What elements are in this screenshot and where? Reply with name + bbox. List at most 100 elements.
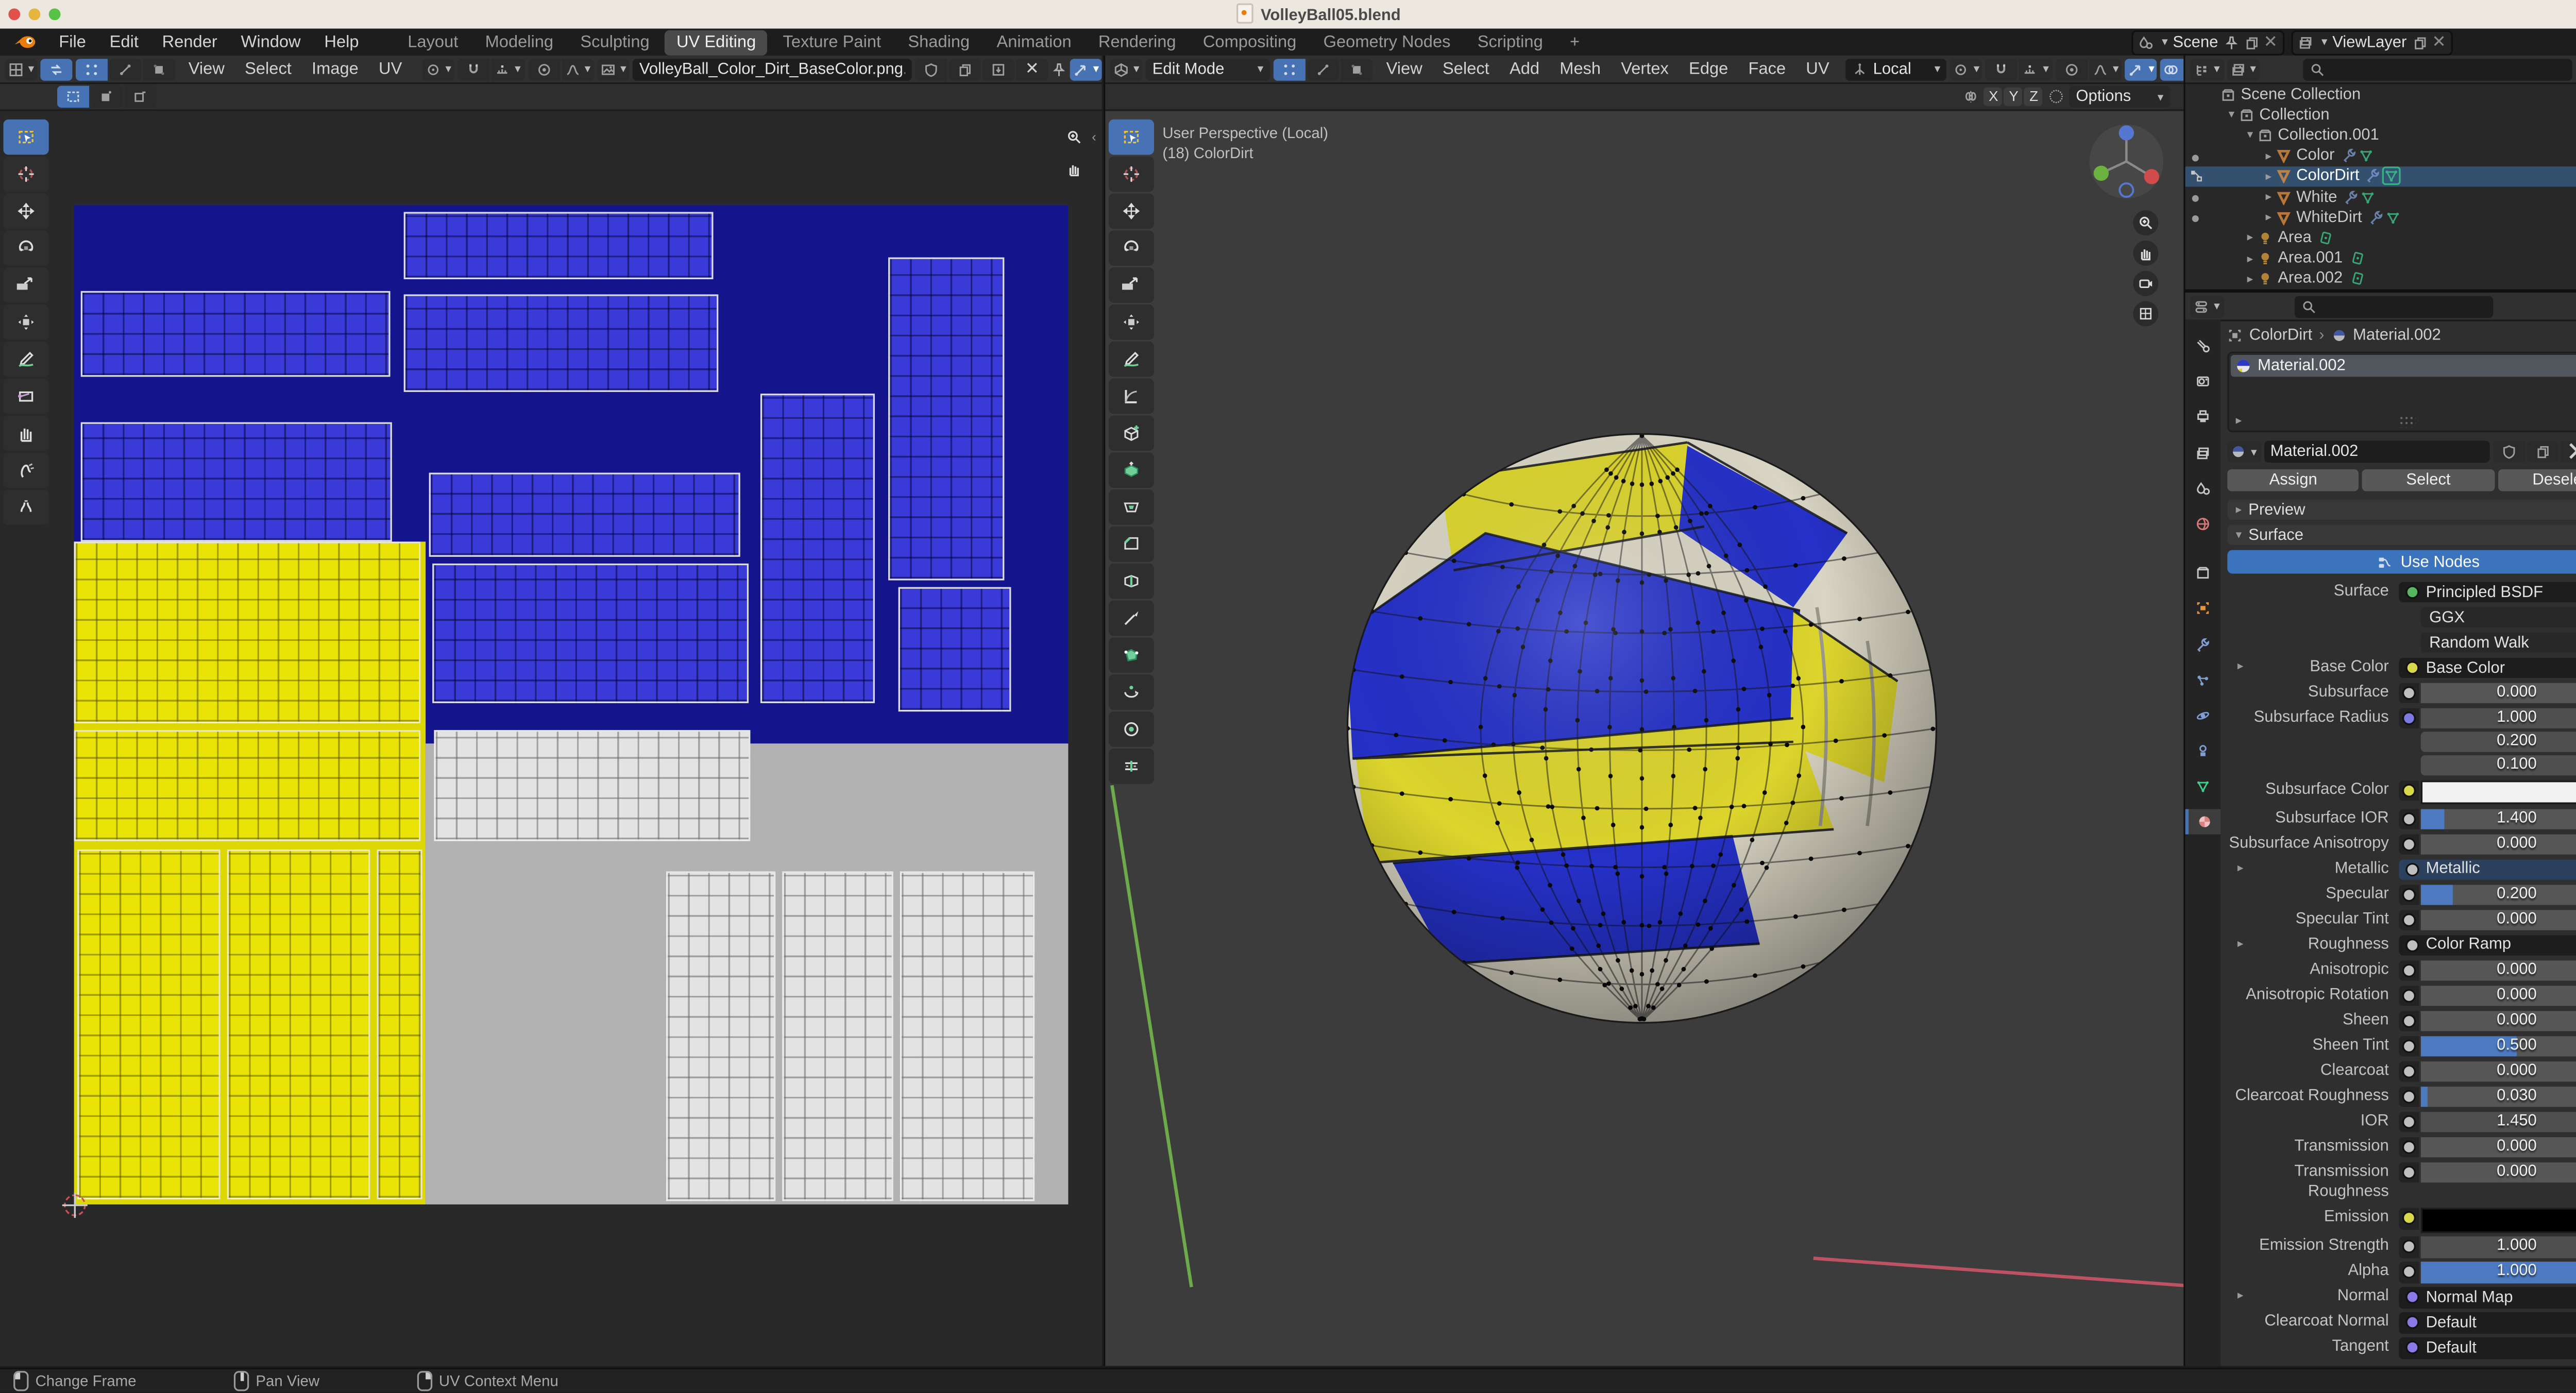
snap-toggle[interactable] bbox=[457, 58, 490, 80]
workspace-tab-sculpting[interactable]: Sculpting bbox=[569, 29, 662, 55]
image-name-field[interactable]: VolleyBall_Color_Dirt_BaseColor.png.001 bbox=[632, 58, 912, 80]
tool-poly-build[interactable] bbox=[1108, 637, 1154, 673]
uv-island[interactable] bbox=[77, 849, 221, 1200]
property-emission-strength-field[interactable]: 1.000 bbox=[2420, 1236, 2576, 1258]
workspace-tab-shading[interactable]: Shading bbox=[896, 29, 981, 55]
uv-gizmos-toggle[interactable]: ▾ bbox=[1070, 58, 1102, 80]
surface-panel-header[interactable]: ▾ Surface bbox=[2227, 524, 2576, 545]
image-browse-button[interactable]: ▾ bbox=[597, 58, 630, 80]
uv-island[interactable] bbox=[434, 730, 751, 841]
material-name-field[interactable]: Material.002 bbox=[2263, 440, 2491, 463]
uv-menu-view[interactable]: View bbox=[178, 60, 234, 78]
property-transmission-roughness-slider[interactable]: 0.000 bbox=[2420, 1162, 2576, 1183]
property-normal-link[interactable]: Normal Map bbox=[2399, 1287, 2576, 1308]
expand-arrow-icon[interactable]: ▸ bbox=[2243, 272, 2258, 286]
tool-loop-cut[interactable] bbox=[1108, 563, 1154, 599]
uv-select-vertex-button[interactable] bbox=[75, 58, 108, 80]
copy-icon[interactable] bbox=[2412, 35, 2427, 49]
viewport-menu-add[interactable]: Add bbox=[1499, 60, 1549, 78]
outliner-row-whitedirt[interactable]: ▸ WhiteDirt bbox=[2185, 207, 2576, 228]
unlink-material-button[interactable]: ✕ bbox=[2561, 438, 2576, 467]
property-subsurface-anisotropy-slider[interactable]: 0.000 bbox=[2420, 834, 2576, 855]
outliner-display-mode-button[interactable]: ▾ bbox=[2190, 58, 2224, 80]
uv-island[interactable] bbox=[227, 849, 370, 1200]
workspace-tab-scripting[interactable]: Scripting bbox=[1466, 29, 1555, 55]
pan-hand-icon[interactable] bbox=[2133, 240, 2159, 266]
select-subtract-button[interactable] bbox=[124, 86, 157, 108]
outliner-row-area-001[interactable]: ▸ Area.001 bbox=[2185, 248, 2576, 269]
workspace-tab-geometry-nodes[interactable]: Geometry Nodes bbox=[1312, 29, 1463, 55]
outliner-row-scene collection[interactable]: Scene Collection bbox=[2185, 84, 2576, 105]
tool-knife[interactable] bbox=[1108, 600, 1154, 636]
property-specular-slider[interactable]: 0.200 bbox=[2420, 884, 2576, 906]
new-image-button[interactable] bbox=[948, 58, 981, 80]
unlink-image-button[interactable]: ✕ bbox=[1016, 58, 1048, 80]
assign-button[interactable]: Assign bbox=[2227, 469, 2360, 491]
fake-user-shield-button[interactable] bbox=[2494, 440, 2526, 463]
close-icon[interactable]: ✕ bbox=[2432, 33, 2446, 52]
property-sheen-slider[interactable]: 0.000 bbox=[2420, 1010, 2576, 1031]
uv-menu-select[interactable]: Select bbox=[235, 60, 302, 78]
uv-island[interactable] bbox=[80, 291, 391, 377]
pin-icon[interactable] bbox=[1052, 61, 1066, 76]
snap-target-button[interactable]: ▾ bbox=[491, 58, 524, 80]
close-icon[interactable]: ✕ bbox=[2264, 33, 2278, 52]
navigation-gizmo[interactable] bbox=[2088, 123, 2165, 200]
property-sheen-tint-slider[interactable]: 0.500 bbox=[2420, 1035, 2576, 1057]
properties-tab-particles[interactable] bbox=[2185, 667, 2221, 692]
menu-edit[interactable]: Edit bbox=[98, 33, 150, 52]
slot-expand-icon[interactable]: ▸ bbox=[2236, 414, 2242, 428]
volleyball-mesh-object[interactable] bbox=[1343, 429, 1941, 1028]
copy-icon[interactable] bbox=[2243, 35, 2258, 49]
menu-help[interactable]: Help bbox=[313, 33, 371, 52]
uv-island[interactable] bbox=[888, 257, 1005, 581]
outliner-row-collection[interactable]: ▾Collection✓ bbox=[2185, 105, 2576, 125]
properties-tab-render[interactable] bbox=[2185, 369, 2221, 394]
orthographic-toggle-icon[interactable] bbox=[2133, 301, 2159, 327]
property-base-color-link[interactable]: Base Color bbox=[2399, 657, 2576, 679]
transform-orientation-selector[interactable]: Local ▾ bbox=[1846, 58, 1947, 80]
properties-tab-physics[interactable] bbox=[2185, 703, 2221, 728]
uv-island[interactable] bbox=[74, 730, 421, 841]
property-subsurface-slider[interactable]: 0.000 bbox=[2420, 683, 2576, 704]
uv-island[interactable] bbox=[403, 212, 714, 280]
breadcrumb-material[interactable]: Material.002 bbox=[2353, 326, 2441, 345]
expand-arrow-icon[interactable]: ▾ bbox=[2243, 129, 2258, 142]
tool-annotate[interactable] bbox=[1108, 341, 1154, 377]
expand-arrow-icon[interactable]: ▸ bbox=[2243, 251, 2258, 265]
snap-target-button[interactable]: ▾ bbox=[2019, 58, 2053, 80]
zoom-icon[interactable] bbox=[2133, 210, 2159, 236]
edge-mode-button[interactable] bbox=[1307, 58, 1340, 80]
tool-select-box[interactable] bbox=[1108, 119, 1154, 155]
workspace-tab-texture-paint[interactable]: Texture Paint bbox=[771, 29, 893, 55]
pack-image-button[interactable] bbox=[982, 58, 1015, 80]
proportional-edit-toggle[interactable] bbox=[2055, 58, 2088, 80]
select-set-button[interactable] bbox=[57, 86, 90, 108]
workspace-tab-rendering[interactable]: Rendering bbox=[1087, 29, 1188, 55]
fake-user-shield-button[interactable] bbox=[915, 58, 947, 80]
select-button[interactable]: Select bbox=[2362, 469, 2495, 491]
uv-island[interactable] bbox=[782, 871, 893, 1201]
properties-tab-material[interactable] bbox=[2185, 810, 2221, 836]
properties-search-input[interactable] bbox=[2294, 295, 2493, 317]
deselect-button[interactable]: Deselect bbox=[2497, 469, 2576, 491]
properties-tab-constraints[interactable] bbox=[2185, 739, 2221, 764]
uv-select-face-button[interactable] bbox=[143, 58, 175, 80]
uv-island[interactable] bbox=[666, 871, 776, 1201]
property-ior-field[interactable]: 1.450 bbox=[2420, 1111, 2576, 1132]
workspace-tab-animation[interactable]: Animation bbox=[985, 29, 1083, 55]
properties-tab-scene[interactable] bbox=[2185, 475, 2221, 501]
outliner-row-color[interactable]: ▸ Color bbox=[2185, 146, 2576, 166]
proportional-edit-toggle[interactable] bbox=[527, 58, 560, 80]
workspace-tab-uv-editing[interactable]: UV Editing bbox=[665, 29, 768, 55]
property-emission-color-swatch[interactable] bbox=[2420, 1208, 2576, 1232]
select-extend-button[interactable] bbox=[91, 86, 123, 108]
property-roughness-link[interactable]: Color Ramp bbox=[2399, 935, 2576, 956]
property-metallic-link[interactable]: Metallic bbox=[2399, 859, 2576, 880]
expand-arrow-icon[interactable]: ▸ bbox=[2261, 149, 2276, 163]
use-nodes-button[interactable]: Use Nodes bbox=[2227, 550, 2576, 574]
property-clearcoat-slider[interactable]: 0.000 bbox=[2420, 1061, 2576, 1082]
tool-smooth[interactable] bbox=[1108, 711, 1154, 747]
editor-type-uv-button[interactable]: ▾ bbox=[5, 58, 37, 80]
outliner-row-colordirt[interactable]: ▸ ColorDirt bbox=[2185, 166, 2576, 187]
